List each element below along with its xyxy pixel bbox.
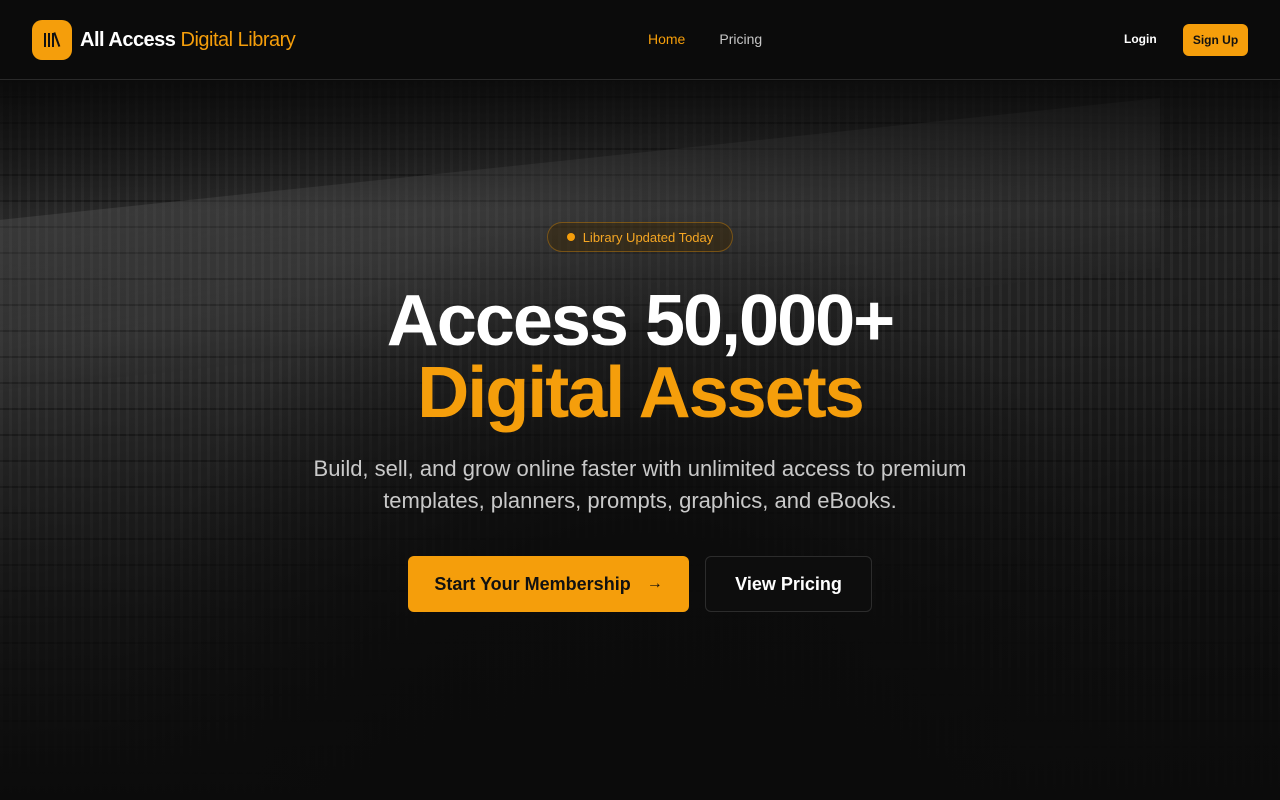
site-header: All Access Digital Library Home Pricing … xyxy=(0,0,1280,80)
nav-pricing-link[interactable]: Pricing xyxy=(719,31,762,47)
view-pricing-button[interactable]: View Pricing xyxy=(705,556,872,612)
library-updated-badge: Library Updated Today xyxy=(547,222,733,252)
hero-background-shade xyxy=(0,81,1280,211)
brand-name: All Access Digital Library xyxy=(80,28,296,52)
badge-text: Library Updated Today xyxy=(582,229,714,245)
signup-button[interactable]: Sign Up xyxy=(1183,24,1248,56)
library-books-icon xyxy=(32,20,72,60)
arrow-right-icon: → xyxy=(646,575,663,592)
brand-logo[interactable]: All Access Digital Library xyxy=(32,20,296,60)
nav-home-link[interactable]: Home xyxy=(648,31,685,47)
brand-name-primary: All Access xyxy=(80,28,176,51)
login-link[interactable]: Login xyxy=(1124,32,1157,46)
start-membership-button[interactable]: Start Your Membership → xyxy=(408,556,689,612)
brand-name-accent: Digital Library xyxy=(180,28,296,51)
hero-section: Library Updated Today Access 50,000+ Dig… xyxy=(0,81,1280,800)
start-membership-label: Start Your Membership xyxy=(434,573,631,594)
hero-headline-line1: Access 50,000+ xyxy=(386,281,895,361)
main-nav: Home Pricing xyxy=(648,31,762,47)
hero-headline-line2: Digital Assets xyxy=(417,353,864,433)
hero-subheadline: Build, sell, and grow online faster with… xyxy=(313,456,967,513)
status-dot-icon xyxy=(566,233,575,241)
